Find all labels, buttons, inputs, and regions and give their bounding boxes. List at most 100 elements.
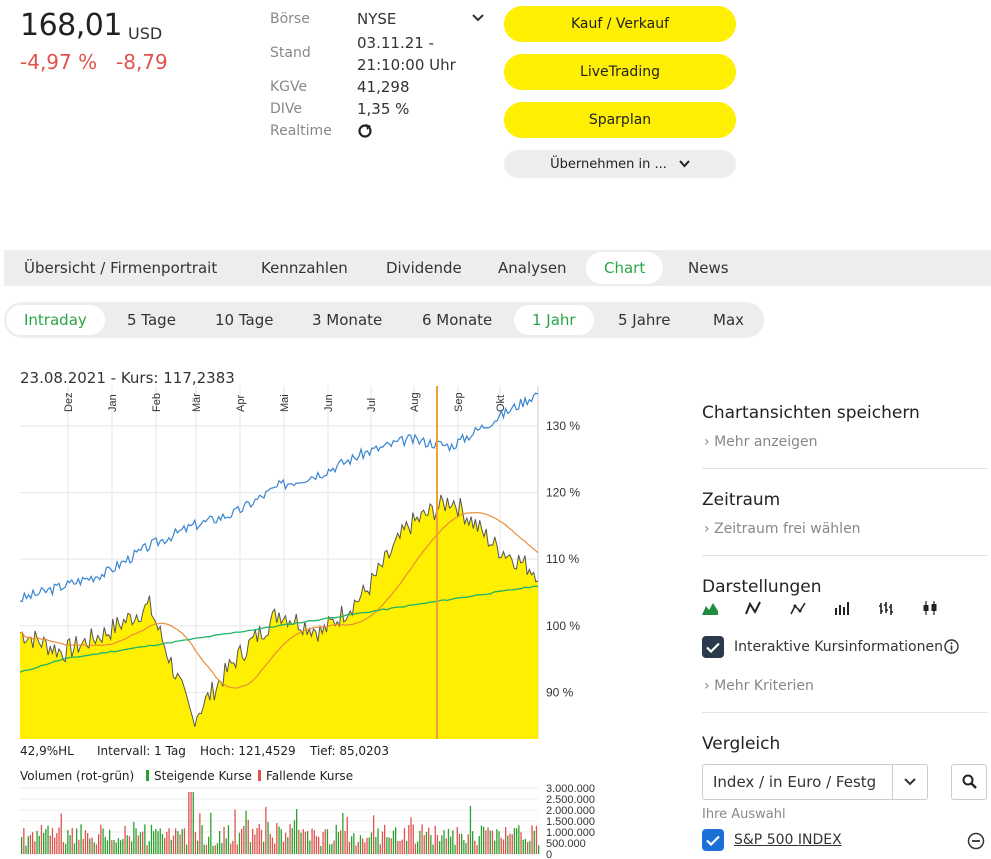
period-free-link[interactable]: › Zeitraum frei wählen	[704, 521, 861, 537]
selection-label: Ihre Auswahl	[702, 807, 786, 822]
search-button[interactable]	[951, 764, 987, 800]
sp500-checkbox[interactable]	[702, 829, 724, 851]
volume-bar	[62, 842, 65, 854]
volume-bar	[296, 809, 298, 854]
volume-bar	[476, 845, 478, 854]
volume-bar	[502, 839, 505, 854]
volume-bar	[434, 825, 436, 854]
volume-bar	[219, 831, 221, 854]
range-5-tage[interactable]: 5 Tage	[127, 302, 176, 338]
volume-bar	[214, 845, 216, 854]
volume-bar	[278, 826, 280, 854]
volume-bar	[25, 845, 27, 854]
chart-hl: 42,9%HL	[20, 744, 74, 758]
bar-chart-icon[interactable]	[834, 601, 850, 615]
refresh-icon[interactable]	[357, 123, 373, 139]
volume-bar	[392, 830, 395, 854]
y-tick-label: 90 %	[546, 685, 574, 699]
tab-bar: Übersicht / Firmenportrait Kennzahlen Di…	[4, 250, 991, 286]
volume-bar	[89, 838, 91, 854]
volume-bar	[408, 824, 410, 854]
volume-bar	[313, 830, 315, 854]
volume-bar	[298, 829, 300, 854]
tab-dividende[interactable]: Dividende	[386, 250, 462, 286]
info-icon[interactable]	[944, 639, 959, 654]
volume-bar	[40, 825, 43, 854]
show-more-link[interactable]: › Mehr anzeigen	[704, 434, 818, 450]
volume-bar	[276, 823, 278, 854]
candlestick-chart-icon[interactable]	[922, 601, 938, 615]
volume-bar	[472, 831, 474, 854]
volume-bar	[78, 839, 80, 854]
volume-bar	[265, 806, 267, 854]
volume-bar	[535, 825, 538, 854]
checkmark-icon	[706, 642, 720, 653]
tab-news[interactable]: News	[688, 250, 729, 286]
search-icon	[962, 774, 977, 789]
volume-bar	[370, 832, 373, 854]
volume-bar	[148, 841, 150, 854]
range-6-monate[interactable]: 6 Monate	[422, 302, 492, 338]
volume-bar	[346, 816, 348, 854]
line-chart-icon[interactable]	[745, 601, 761, 615]
range-3-monate[interactable]: 3 Monate	[312, 302, 382, 338]
chevron-down-icon[interactable]	[472, 14, 484, 22]
divider	[702, 712, 988, 713]
volume-bar	[91, 837, 93, 854]
volume-bar	[142, 831, 144, 854]
volume-bar	[135, 828, 137, 854]
interactive-label: Interaktive Kursinformationen	[734, 639, 943, 655]
chevron-down-icon	[904, 778, 916, 786]
interactive-checkbox[interactable]	[702, 636, 724, 658]
volume-bar	[131, 841, 133, 854]
range-intraday[interactable]: Intraday	[6, 305, 105, 335]
range-1-jahr[interactable]: 1 Jahr	[514, 305, 594, 335]
range-5-jahre[interactable]: 5 Jahre	[618, 302, 671, 338]
volume-bar	[373, 815, 375, 854]
volume-bar	[80, 824, 82, 854]
range-10-tage[interactable]: 10 Tage	[215, 302, 273, 338]
exchange-select[interactable]: NYSE	[357, 10, 396, 28]
range-max[interactable]: Max	[713, 302, 744, 338]
kgve-label: KGVe	[270, 79, 308, 95]
tab-overview[interactable]: Übersicht / Firmenportrait	[24, 250, 217, 286]
chart-high: Hoch: 121,4529	[200, 744, 296, 758]
volume-bar	[518, 825, 520, 854]
volume-bar	[326, 829, 329, 854]
volume-bar	[113, 840, 115, 854]
tab-kennzahlen[interactable]: Kennzahlen	[261, 250, 348, 286]
volume-bar	[45, 829, 47, 854]
volume-bar	[260, 829, 263, 854]
volume-bar	[337, 831, 340, 854]
volume-bar	[67, 830, 69, 854]
buy-sell-button[interactable]: Kauf / Verkauf	[504, 6, 736, 42]
tab-chart[interactable]: Chart	[586, 252, 664, 284]
sparplan-button[interactable]: Sparplan	[504, 102, 736, 138]
volume-bar	[263, 841, 265, 854]
uebernehmen-dropdown[interactable]: Übernehmen in ...	[504, 150, 736, 178]
quote-price: 168,01	[20, 8, 122, 43]
volume-bar	[93, 842, 95, 854]
volume-bar	[137, 835, 139, 854]
volume-bar	[439, 841, 441, 854]
volume-bar	[155, 829, 157, 854]
volume-bar	[280, 829, 282, 854]
livetrading-button[interactable]: LiveTrading	[504, 54, 736, 90]
rising-legend-swatch	[146, 770, 149, 781]
mountain-chart-icon[interactable]	[702, 601, 718, 615]
ohlc-chart-icon[interactable]	[878, 601, 894, 615]
volume-bar	[467, 834, 469, 854]
remove-icon[interactable]	[967, 832, 985, 850]
price-chart[interactable]: Dez Jan Feb Mär Apr Mai Jun Jul Aug Sep Okt130 %12…	[0, 386, 620, 746]
compare-select[interactable]: Index / in Euro / Festg	[702, 764, 928, 800]
sp500-link[interactable]: S&P 500 INDEX	[734, 832, 842, 848]
checkmark-icon	[706, 835, 720, 846]
volume-bar	[331, 844, 333, 854]
tab-analysen[interactable]: Analysen	[498, 250, 567, 286]
volume-bar	[291, 828, 293, 854]
volume-bar	[527, 842, 529, 854]
dive-value: 1,35 %	[357, 100, 410, 118]
dot-line-chart-icon[interactable]	[790, 601, 806, 615]
volume-bar	[419, 830, 421, 854]
more-criteria-link[interactable]: › Mehr Kriterien	[704, 678, 814, 694]
